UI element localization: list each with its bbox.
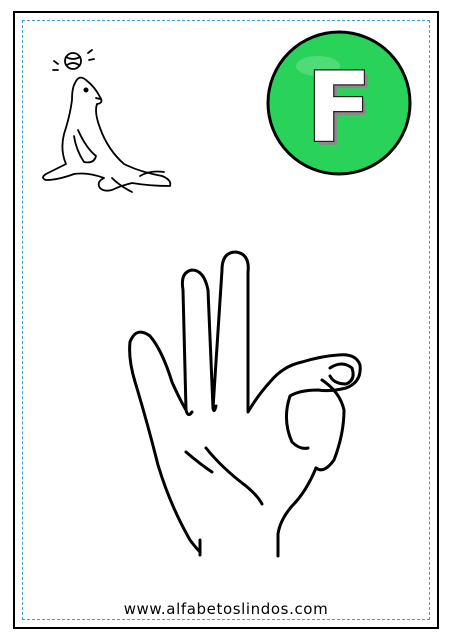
letter-f-badge: F F — [266, 30, 412, 176]
card-artwork: F F — [42, 30, 412, 558]
letter-f: F — [306, 52, 372, 164]
website-url: www.alfabetoslindos.com — [123, 600, 329, 618]
hand-sign-f-icon — [128, 250, 362, 558]
seal-with-ball-icon — [42, 49, 172, 193]
